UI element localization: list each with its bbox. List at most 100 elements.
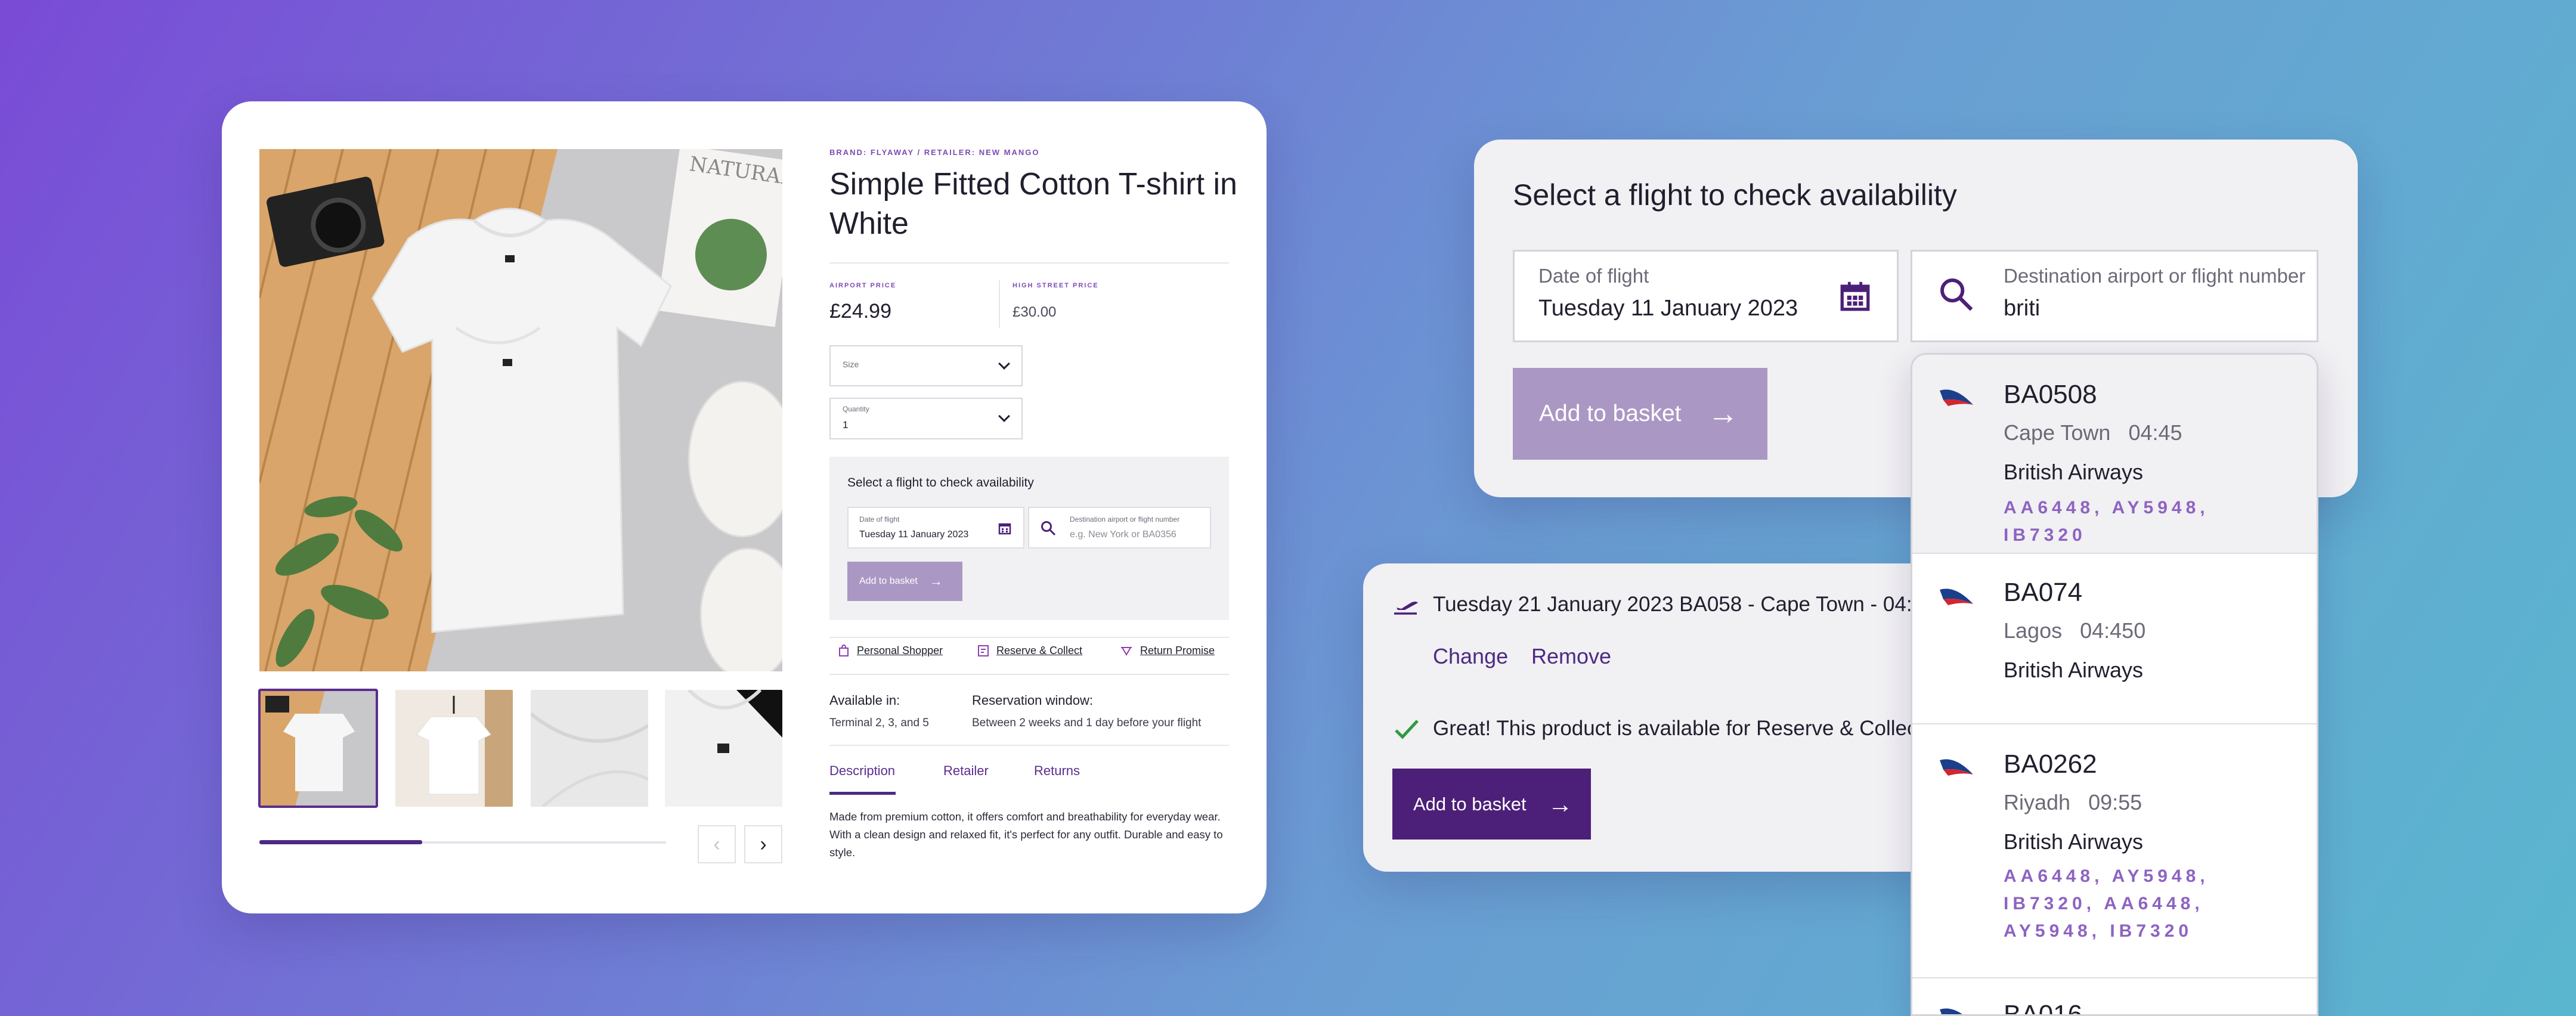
airline-logo-icon bbox=[1940, 389, 1973, 406]
remove-flight-link[interactable]: Remove bbox=[1531, 644, 1611, 669]
reserve-collect-label: Reserve & Collect bbox=[996, 644, 1083, 656]
mini-date-field[interactable]: Date of flight Tuesday 11 January 2023 bbox=[847, 507, 1024, 549]
flight-codeshares: AA6448, AY5948, IB7320 bbox=[2004, 498, 2209, 545]
flight-code: BA0508 bbox=[2004, 380, 2097, 409]
flight-code: BA016 bbox=[2004, 1000, 2083, 1016]
available-in-value: Terminal 2, 3, and 5 bbox=[829, 717, 929, 729]
thumbnail-3[interactable] bbox=[531, 690, 648, 807]
flight-result-item[interactable]: BA0508 Cape Town 04:45 British Airways A… bbox=[1912, 355, 2317, 554]
flight-date-field[interactable]: Date of flight Tuesday 11 January 2023 bbox=[1513, 250, 1899, 342]
divider bbox=[829, 262, 1229, 264]
flight-airline: British Airways bbox=[2004, 658, 2144, 682]
price-divider bbox=[999, 280, 1000, 328]
flight-airline: British Airways bbox=[2004, 829, 2144, 854]
flight-result-item[interactable]: BA074 Lagos 04:450 British Airways bbox=[1912, 554, 2317, 724]
tab-description[interactable]: Description bbox=[829, 763, 895, 779]
airport-price: £24.99 bbox=[829, 300, 891, 323]
arrow-right-icon: → bbox=[1547, 789, 1573, 818]
search-icon bbox=[1940, 278, 1973, 311]
airline-logo-icon bbox=[1940, 1008, 1962, 1014]
flight-results-dropdown: BA0508 Cape Town 04:45 British Airways A… bbox=[1911, 353, 2318, 1016]
destination-input-value: briti bbox=[2004, 296, 2041, 321]
destination-label: Destination airport or flight number bbox=[2004, 265, 2306, 287]
product-main-image[interactable]: NATURAL bbox=[259, 149, 782, 671]
mini-destination-field[interactable]: Destination airport or flight number e.g… bbox=[1028, 507, 1211, 549]
calendar-icon[interactable] bbox=[998, 521, 1012, 535]
reserve-icon bbox=[978, 645, 989, 656]
flight-result-item[interactable]: BA016 bbox=[1912, 978, 2317, 1016]
mini-destination-label: Destination airport or flight number bbox=[1070, 515, 1180, 524]
bag-icon bbox=[839, 644, 849, 656]
search-icon bbox=[1041, 521, 1056, 536]
return-icon bbox=[1121, 647, 1132, 656]
divider bbox=[829, 674, 1229, 675]
product-title: Simple Fitted Cotton T-shirt in White bbox=[829, 167, 1237, 241]
plane-takeoff-icon bbox=[1394, 602, 1418, 615]
add-to-basket-button-disabled[interactable]: Add to basket → bbox=[1513, 368, 1767, 460]
mini-date-value: Tuesday 11 January 2023 bbox=[859, 529, 969, 540]
tab-retailer[interactable]: Retailer bbox=[943, 763, 989, 779]
gallery-progress-fill bbox=[259, 840, 422, 844]
reserve-collect-link[interactable]: Reserve & Collect bbox=[977, 644, 1082, 657]
quantity-select-label: Quantity bbox=[843, 405, 869, 413]
brand-retailer-label: BRAND: FLYAWAY / RETAILER: NEW MANGO bbox=[829, 148, 1040, 157]
high-street-price: £30.00 bbox=[1013, 304, 1057, 320]
mini-add-to-basket-label: Add to basket bbox=[859, 576, 918, 586]
available-in-label: Available in: bbox=[829, 693, 900, 708]
airport-price-label: AIRPORT PRICE bbox=[829, 282, 897, 289]
carousel-prev-button[interactable]: ‹ bbox=[698, 825, 736, 863]
flight-airline: British Airways bbox=[2004, 460, 2144, 484]
flight-time: 09:55 bbox=[2088, 790, 2142, 814]
airline-logo-icon bbox=[1940, 588, 1973, 605]
return-promise-link[interactable]: Return Promise bbox=[1120, 644, 1215, 657]
flight-codeshares: AA6448, AY5948, IB7320, AA6448, AY5948, … bbox=[2004, 866, 2209, 941]
mini-add-to-basket-button[interactable]: Add to basket → bbox=[847, 562, 962, 601]
calendar-icon[interactable] bbox=[1838, 279, 1872, 314]
product-description: Made from premium cotton, it offers comf… bbox=[829, 810, 1223, 859]
arrow-right-icon: → bbox=[929, 574, 943, 588]
change-flight-link[interactable]: Change bbox=[1433, 644, 1508, 669]
thumbnail-2[interactable] bbox=[395, 690, 513, 807]
add-to-basket-button[interactable]: Add to basket → bbox=[1392, 769, 1591, 840]
quantity-select[interactable]: Quantity 1 bbox=[829, 398, 1023, 439]
flight-result-item[interactable]: BA0262 Riyadh 09:55 British Airways AA64… bbox=[1912, 724, 2317, 978]
flight-date-value: Tuesday 11 January 2023 bbox=[1538, 296, 1798, 321]
reservation-window-label: Reservation window: bbox=[972, 693, 1093, 708]
destination-search-field[interactable]: Destination airport or flight number bri… bbox=[1911, 250, 2318, 342]
personal-shopper-link[interactable]: Personal Shopper bbox=[838, 644, 943, 657]
carousel-next-button[interactable]: › bbox=[744, 825, 782, 863]
chevron-down-icon bbox=[998, 410, 1010, 422]
flight-code: BA074 bbox=[2004, 578, 2083, 607]
size-select-label: Size bbox=[843, 360, 859, 369]
flight-destination: Cape Town bbox=[2004, 420, 2111, 445]
flight-panel-title: Select a flight to check availability bbox=[1513, 178, 1957, 212]
active-tab-indicator bbox=[829, 792, 896, 795]
personal-shopper-label: Personal Shopper bbox=[857, 644, 943, 656]
thumbnail-4[interactable] bbox=[665, 690, 782, 807]
flight-date-label: Date of flight bbox=[1538, 265, 1649, 287]
flight-code: BA0262 bbox=[2004, 749, 2097, 779]
arrow-right-icon: → bbox=[1707, 397, 1739, 431]
airline-logo-icon bbox=[1940, 759, 1973, 776]
divider bbox=[829, 745, 1229, 746]
mini-destination-placeholder: e.g. New York or BA0356 bbox=[1070, 529, 1176, 540]
selected-flight-summary: Tuesday 21 January 2023 BA058 - Cape Tow… bbox=[1433, 593, 1936, 616]
divider bbox=[829, 637, 1229, 638]
add-to-basket-label: Add to basket bbox=[1413, 793, 1527, 814]
quantity-select-value: 1 bbox=[843, 419, 849, 430]
reservation-window-value: Between 2 weeks and 1 day before your fl… bbox=[972, 717, 1202, 729]
flight-time: 04:45 bbox=[2128, 420, 2182, 445]
mini-flight-title: Select a flight to check availability bbox=[847, 476, 1034, 490]
flight-destination: Riyadh bbox=[2004, 790, 2071, 814]
add-to-basket-label: Add to basket bbox=[1539, 401, 1682, 426]
checkmark-icon bbox=[1395, 720, 1419, 739]
return-promise-label: Return Promise bbox=[1140, 644, 1215, 656]
flight-destination: Lagos bbox=[2004, 618, 2063, 643]
size-select[interactable]: Size bbox=[829, 345, 1023, 386]
mini-date-label: Date of flight bbox=[859, 515, 900, 524]
chevron-down-icon bbox=[998, 358, 1010, 370]
thumbnail-1[interactable] bbox=[258, 689, 378, 808]
tab-returns[interactable]: Returns bbox=[1034, 763, 1080, 779]
flight-route: Lagos 04:450 bbox=[2004, 618, 2145, 643]
high-street-price-label: HIGH STREET PRICE bbox=[1013, 282, 1099, 289]
